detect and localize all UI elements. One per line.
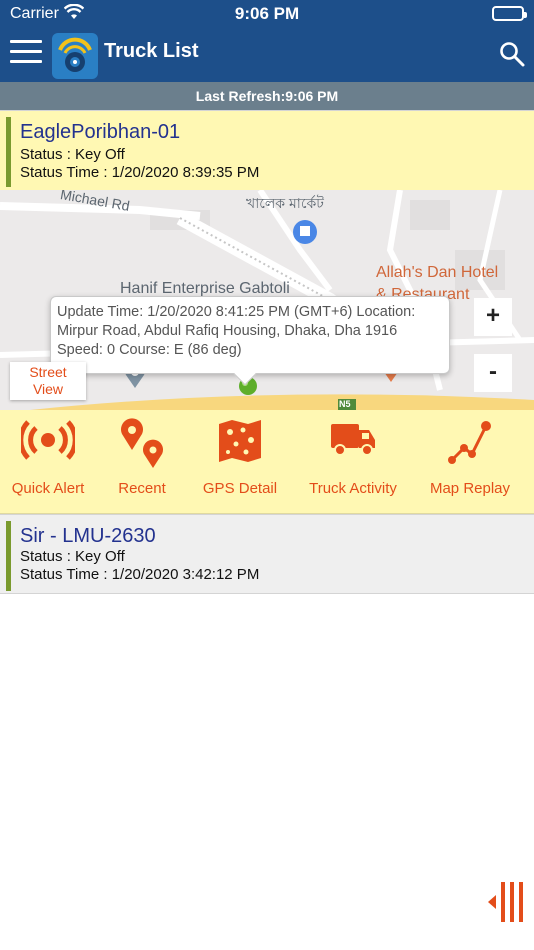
map-label-hotel: Allah's Dan Hotel bbox=[376, 264, 499, 281]
action-bar: Quick Alert Recent GPS Detail Truck Acti… bbox=[0, 410, 534, 514]
page-title: Truck List bbox=[104, 40, 199, 62]
map-icon bbox=[219, 420, 261, 462]
street-view-label: View bbox=[32, 381, 64, 397]
popup-speed-course: Speed: 0 Course: E (86 deg) bbox=[57, 342, 242, 358]
menu-icon[interactable] bbox=[10, 40, 42, 66]
zoom-in-button[interactable]: + bbox=[474, 298, 512, 336]
gps-detail-label: GPS Detail bbox=[202, 480, 278, 497]
truck-name: Sir - LMU-2630 bbox=[20, 525, 156, 547]
truck-status-time: Status Time : 1/20/2020 8:39:35 PM bbox=[20, 164, 260, 181]
status-time: 9:06 PM bbox=[234, 4, 300, 23]
street-view-label: Street bbox=[29, 364, 67, 380]
battery-icon bbox=[492, 6, 527, 21]
status-bar: Carrier 9:06 PM bbox=[0, 0, 534, 28]
quick-alert-button[interactable]: Quick Alert bbox=[0, 410, 96, 514]
last-refresh-bar: Last Refresh:9:06 PM bbox=[0, 82, 534, 110]
status-accent-bar bbox=[6, 117, 11, 187]
truck-status-time: Status Time : 1/20/2020 3:42:12 PM bbox=[20, 566, 260, 583]
truck-icon bbox=[331, 424, 375, 456]
location-pins-icon bbox=[121, 418, 163, 468]
map-label-highway: N5 bbox=[339, 399, 351, 409]
navigation-bar: Truck List bbox=[0, 28, 534, 82]
truck-activity-label: Truck Activity bbox=[309, 480, 397, 497]
truck-card[interactable]: Sir - LMU-2630 Status : Key Off Status T… bbox=[0, 514, 534, 594]
quick-alert-label: Quick Alert bbox=[11, 480, 85, 497]
recent-label: Recent bbox=[118, 480, 166, 497]
route-icon bbox=[448, 421, 491, 464]
zoom-out-button[interactable]: - bbox=[474, 354, 512, 392]
map-label-market: খালেক মার্কেট bbox=[246, 195, 324, 211]
truck-card[interactable]: EaglePoribhan-01 Status : Key Off Status… bbox=[0, 110, 534, 190]
truck-status: Status : Key Off bbox=[20, 146, 125, 163]
gps-detail-button[interactable]: GPS Detail bbox=[188, 410, 292, 514]
truck-map[interactable]: Michael Rd খালেক মার্কেট Hanif Enterpris… bbox=[0, 190, 534, 410]
truck-status: Status : Key Off bbox=[20, 548, 125, 565]
popup-location: Mirpur Road, Abdul Rafiq Housing, Dhaka,… bbox=[57, 323, 398, 339]
popup-update-time: Update Time: 1/20/2020 8:41:25 PM (GMT+6… bbox=[57, 304, 416, 320]
side-drawer-handle-icon[interactable] bbox=[488, 880, 528, 924]
truck-name: EaglePoribhan-01 bbox=[20, 121, 181, 143]
map-replay-label: Map Replay bbox=[429, 480, 511, 497]
recent-button[interactable]: Recent bbox=[96, 410, 188, 514]
status-accent-bar bbox=[6, 521, 11, 591]
alert-icon bbox=[21, 420, 75, 460]
map-replay-button[interactable]: Map Replay bbox=[414, 410, 526, 514]
location-info-popup[interactable]: Update Time: 1/20/2020 8:41:25 PM (GMT+6… bbox=[50, 296, 450, 386]
street-view-button[interactable]: Street View bbox=[10, 362, 86, 400]
app-logo-icon bbox=[52, 33, 98, 79]
search-icon[interactable] bbox=[498, 40, 526, 68]
truck-activity-button[interactable]: Truck Activity bbox=[292, 410, 414, 514]
